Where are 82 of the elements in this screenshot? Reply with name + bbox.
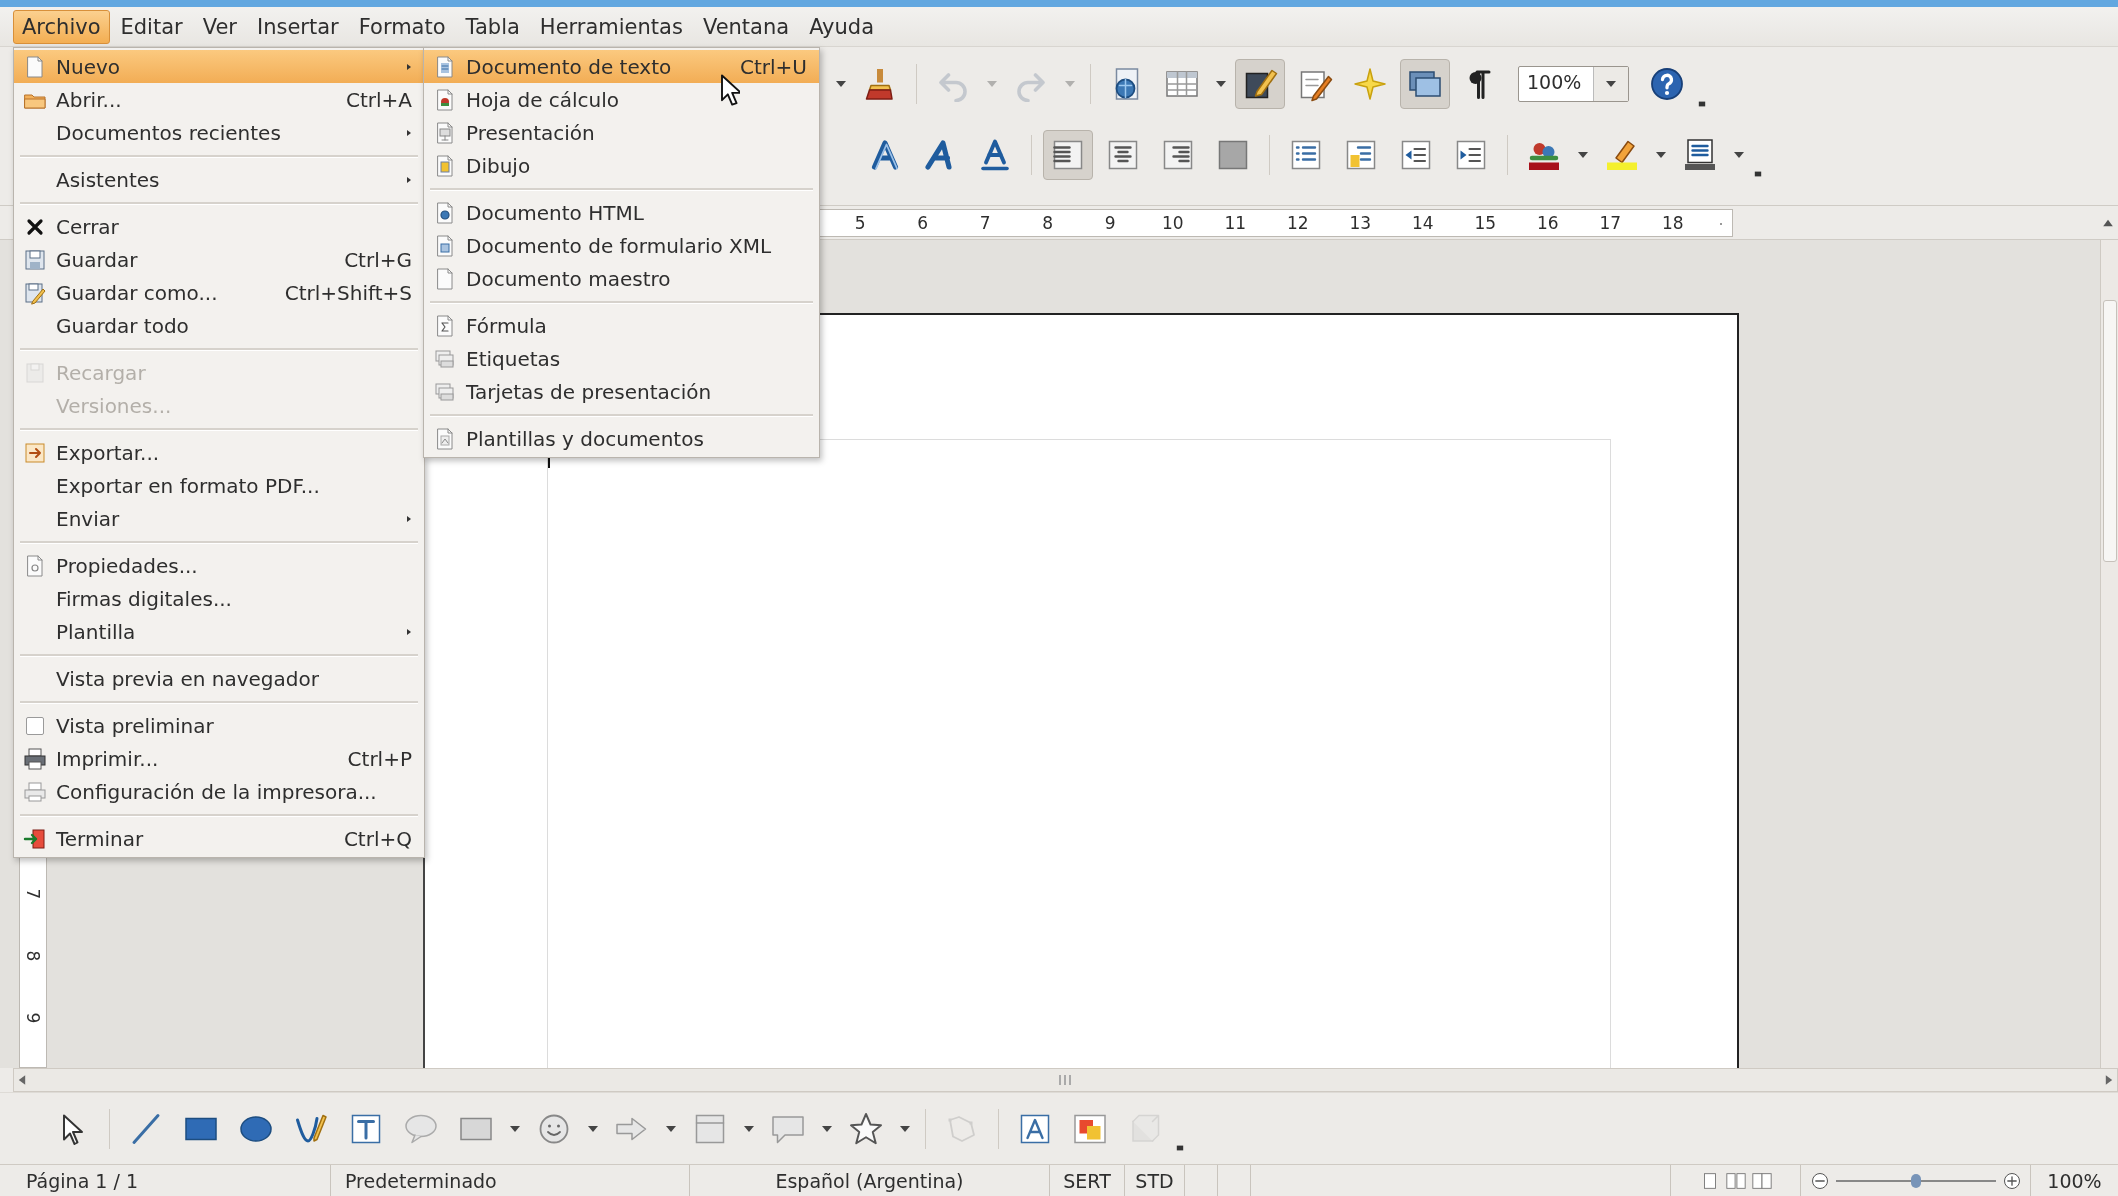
zoom-out-icon[interactable] xyxy=(1809,1170,1830,1191)
menu-item[interactable]: Nuevo xyxy=(14,50,424,83)
menu[interactable]: Editar xyxy=(111,9,192,44)
menu-item[interactable]: Vista previa en navegador xyxy=(14,662,424,695)
menu-item[interactable]: Guardar Ctrl+G xyxy=(14,243,424,276)
menu[interactable]: Ver xyxy=(193,9,246,44)
menu-item[interactable]: Etiquetas xyxy=(424,342,819,375)
caret-icon[interactable] xyxy=(510,1124,520,1133)
save-as-icon xyxy=(23,280,47,305)
star-icon xyxy=(848,1110,884,1147)
toolbar-grip-icon[interactable] xyxy=(1753,170,1763,178)
ruler-number: 8 xyxy=(22,950,44,962)
menu-item[interactable]: Firmas digitales... xyxy=(14,582,424,615)
caret-icon xyxy=(1606,79,1616,88)
horizontal-scrollbar[interactable] xyxy=(13,1068,2118,1092)
menu-item[interactable]: Fórmula xyxy=(424,309,819,342)
menu-item[interactable]: Exportar... xyxy=(14,436,424,469)
menu[interactable]: Tabla xyxy=(456,9,529,44)
page-indicator: Página 1 / 1 xyxy=(0,1165,331,1196)
menu-item[interactable]: Tarjetas de presentación xyxy=(424,375,819,408)
zoom-combo-box[interactable]: 100% xyxy=(1518,65,1629,102)
save-icon xyxy=(23,247,47,272)
printer-settings-icon xyxy=(23,779,47,804)
align-left-button[interactable] xyxy=(1043,130,1093,180)
menu-item[interactable]: Cerrar xyxy=(14,210,424,243)
menu-item[interactable]: Propiedades... xyxy=(14,549,424,582)
printer-icon xyxy=(23,746,47,771)
export-icon xyxy=(23,440,47,465)
menu-item[interactable]: Guardar como... Ctrl+Shift+S xyxy=(14,276,424,309)
caret-icon[interactable] xyxy=(588,1124,598,1133)
page-style[interactable]: Predeterminado xyxy=(331,1165,690,1196)
draw-functions-button[interactable] xyxy=(1235,58,1285,109)
menu-item[interactable]: Imprimir... Ctrl+P xyxy=(14,742,424,775)
menu-item[interactable]: Exportar en formato PDF... xyxy=(14,469,424,502)
caret-icon[interactable] xyxy=(1578,151,1588,159)
menu-item[interactable]: Abrir... Ctrl+A xyxy=(14,83,424,116)
menu[interactable]: Archivo xyxy=(13,9,110,44)
gallery-button[interactable] xyxy=(1400,58,1450,109)
caret-icon[interactable] xyxy=(836,79,846,88)
mouse-cursor-icon xyxy=(720,74,740,106)
menu[interactable]: Ventana xyxy=(693,9,799,44)
menu[interactable]: Herramientas xyxy=(530,9,692,44)
background-color-icon xyxy=(1682,137,1718,173)
caret-icon[interactable] xyxy=(1216,79,1226,88)
menu[interactable]: Insertar xyxy=(248,9,348,44)
slider-thumb[interactable] xyxy=(1910,1173,1921,1188)
menu-item[interactable]: Dibujo xyxy=(424,149,819,182)
exit-icon xyxy=(23,826,47,851)
caret-icon[interactable] xyxy=(822,1124,832,1133)
menu[interactable]: Ayuda xyxy=(800,9,884,44)
toolbar-grip-icon[interactable] xyxy=(1697,100,1707,108)
caret-icon[interactable] xyxy=(900,1124,910,1133)
menu-item[interactable]: Documento de texto Ctrl+U xyxy=(424,50,819,83)
sparkle-icon xyxy=(1352,65,1388,102)
menu-item[interactable]: Terminar Ctrl+Q xyxy=(14,822,424,855)
menu-item[interactable]: Presentación xyxy=(424,116,819,149)
menu[interactable]: Formato xyxy=(349,9,455,44)
menu-item[interactable]: Plantilla xyxy=(14,615,424,648)
help-icon xyxy=(1649,65,1685,102)
menu-item[interactable]: Configuración de la impresora... xyxy=(14,775,424,808)
menu-item[interactable]: Asistentes xyxy=(14,163,424,196)
caret-icon[interactable] xyxy=(1734,151,1744,159)
menu-item[interactable]: Documento maestro xyxy=(424,262,819,295)
zoom-in-icon[interactable] xyxy=(2001,1170,2022,1191)
language[interactable]: Español (Argentina) xyxy=(690,1165,1050,1196)
caret-icon[interactable] xyxy=(666,1124,676,1133)
caret-icon[interactable] xyxy=(1656,151,1666,159)
checkbox[interactable] xyxy=(26,716,44,735)
toolbar-grip-icon[interactable] xyxy=(1175,1144,1185,1152)
menu-item[interactable]: Enviar xyxy=(14,502,424,535)
zoom-value: 100% xyxy=(2046,1168,2103,1194)
menu-item[interactable]: Hoja de cálculo xyxy=(424,83,819,116)
caret-icon[interactable] xyxy=(744,1124,754,1133)
menu-item[interactable]: Documentos recientes xyxy=(14,116,424,149)
menu-item[interactable]: Guardar todo xyxy=(14,309,424,342)
menu-item[interactable]: Vista preliminar xyxy=(14,709,424,742)
ruler-number: 7 xyxy=(22,888,44,900)
ruler-number: 9 xyxy=(22,1012,44,1024)
insert-mode[interactable]: SERT xyxy=(1050,1165,1125,1196)
menu-item[interactable]: Plantillas y documentos xyxy=(424,422,819,455)
vertical-scrollbar[interactable] xyxy=(2100,240,2118,1068)
selection-mode[interactable]: STD xyxy=(1125,1165,1185,1196)
